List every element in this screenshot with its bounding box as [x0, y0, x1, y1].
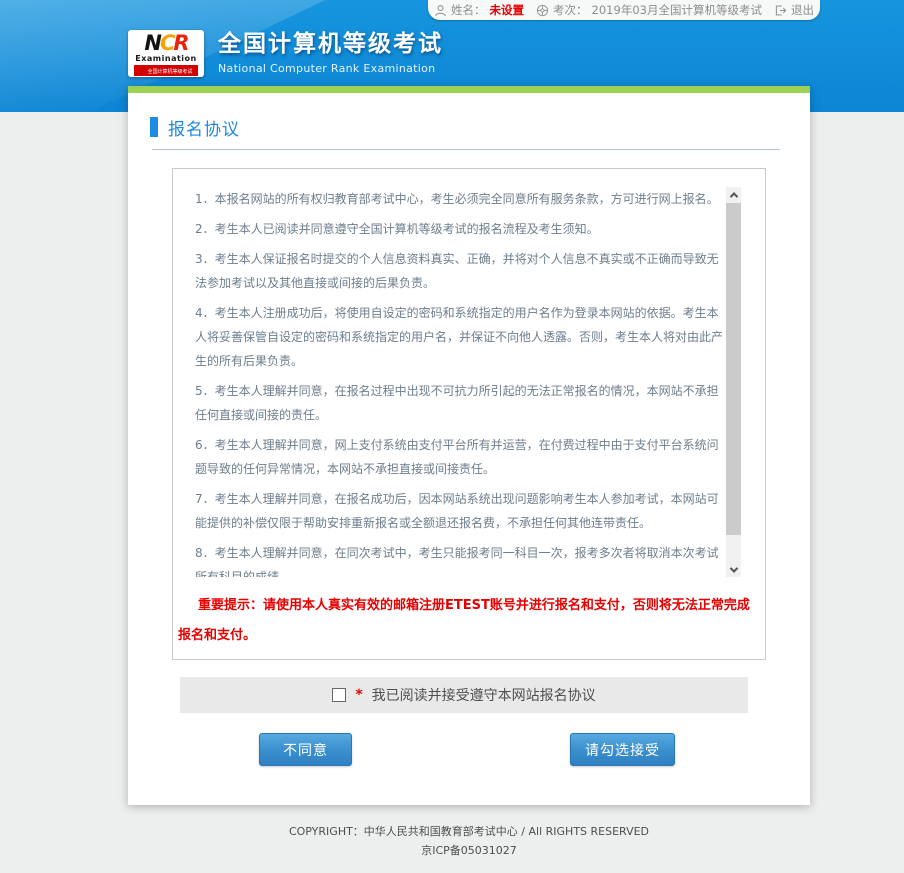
site-title: 全国计算机等级考试 — [218, 32, 443, 57]
footer: COPYRIGHT：中华人民共和国教育部考试中心 / All RIGHTS RE… — [128, 822, 810, 860]
name-value: 未设置 — [490, 2, 525, 18]
agreement-text: 1．本报名网站的所有权归教育部考试中心，考生必须完全同意所有服务条款，方可进行网… — [195, 187, 727, 577]
exam-session-icon — [536, 4, 549, 17]
exam-session-group: 考次： 2019年03月全国计算机等级考试 — [536, 2, 762, 18]
green-stripe-divider — [128, 86, 810, 93]
chevron-down-icon — [729, 564, 737, 572]
name-label: 姓名： — [451, 2, 486, 18]
ncr-logo: NCR Examination 全国计算机等级考试 — [128, 30, 204, 77]
required-asterisk: * — [355, 687, 362, 703]
logo-badge-caption: 全国计算机等级考试 — [148, 69, 193, 74]
session-label: 考次： — [553, 2, 588, 18]
user-topbar: 姓名： 未设置 考次： 2019年03月全国计算机等级考试 退出 — [428, 0, 820, 20]
panel-body: 报名协议 1．本报名网站的所有权归教育部考试中心，考生必须完全同意所有服务条款，… — [128, 93, 810, 805]
warning-text: 重要提示：请使用本人真实有效的邮箱注册ETEST账号并进行报名和支付，否则将无法… — [178, 591, 758, 651]
logout-label: 退出 — [791, 2, 814, 18]
page-title: 报名协议 — [168, 115, 240, 140]
button-row: 不同意 请勾选接受 — [259, 733, 675, 766]
logo-badge-caption-bar: 全国计算机等级考试 — [134, 65, 198, 76]
agreement-item: 4．考生本人注册成功后，将使用自设定的密码和系统指定的用户名作为登录本网站的依据… — [195, 301, 727, 373]
site-brand: NCR Examination 全国计算机等级考试 全国计算机等级考试 Nati… — [128, 30, 443, 77]
title-divider — [152, 149, 780, 150]
agreement-box: 1．本报名网站的所有权归教育部考试中心，考生必须完全同意所有服务条款，方可进行网… — [172, 168, 766, 660]
scroll-thumb[interactable] — [726, 203, 741, 535]
logout-button[interactable]: 退出 — [774, 2, 814, 18]
agreement-item: 8．考生本人理解并同意，在同次考试中，考生只能报考同一科目一次，报考多次者将取消… — [195, 541, 727, 577]
user-name-group: 姓名： 未设置 — [434, 2, 524, 18]
accept-agreement-bar: * 我已阅读并接受遵守本网站报名协议 — [180, 677, 748, 713]
main-panel: 报名协议 1．本报名网站的所有权归教育部考试中心，考生必须完全同意所有服务条款，… — [128, 86, 810, 805]
chevron-up-icon — [729, 192, 737, 200]
logo-examination-text: Examination — [135, 54, 196, 64]
agreement-item: 6．考生本人理解并同意，网上支付系统由支付平台所有并运营，在付费过程中由于支付平… — [195, 433, 727, 481]
scrollbar[interactable] — [726, 187, 741, 577]
page: 姓名： 未设置 考次： 2019年03月全国计算机等级考试 退出 NCR Exa… — [0, 0, 904, 873]
site-subtitle: National Computer Rank Examination — [218, 62, 443, 75]
agreement-item: 1．本报名网站的所有权归教育部考试中心，考生必须完全同意所有服务条款，方可进行网… — [195, 187, 727, 211]
agreement-item: 7．考生本人理解并同意，在报名成功后，因本网站系统出现问题影响考生本人参加考试，… — [195, 487, 727, 535]
agree-checkbox[interactable] — [332, 688, 346, 702]
footer-icp: 京ICP备05031027 — [128, 841, 810, 860]
disagree-button[interactable]: 不同意 — [259, 733, 352, 766]
scroll-up-button[interactable] — [726, 187, 741, 202]
agreement-item: 3．考生本人保证报名时提交的个人信息资料真实、正确，并将对个人信息不真实或不正确… — [195, 247, 727, 295]
agreement-item: 5．考生本人理解并同意，在报名过程中出现不可抗力所引起的无法正常报名的情况，本网… — [195, 379, 727, 427]
ncr-letters: NCR — [144, 33, 187, 54]
scroll-down-button[interactable] — [726, 562, 741, 577]
user-icon — [434, 4, 447, 17]
session-value: 2019年03月全国计算机等级考试 — [592, 2, 762, 18]
page-title-marker — [150, 117, 158, 137]
site-title-block: 全国计算机等级考试 National Computer Rank Examina… — [218, 32, 443, 74]
logout-icon — [774, 4, 787, 17]
page-title-row: 报名协议 — [150, 117, 810, 137]
footer-copyright: COPYRIGHT：中华人民共和国教育部考试中心 / All RIGHTS RE… — [128, 822, 810, 841]
accept-button[interactable]: 请勾选接受 — [570, 733, 675, 766]
agree-checkbox-label: 我已阅读并接受遵守本网站报名协议 — [372, 685, 596, 705]
agreement-item: 2．考生本人已阅读并同意遵守全国计算机等级考试的报名流程及考生须知。 — [195, 217, 727, 241]
